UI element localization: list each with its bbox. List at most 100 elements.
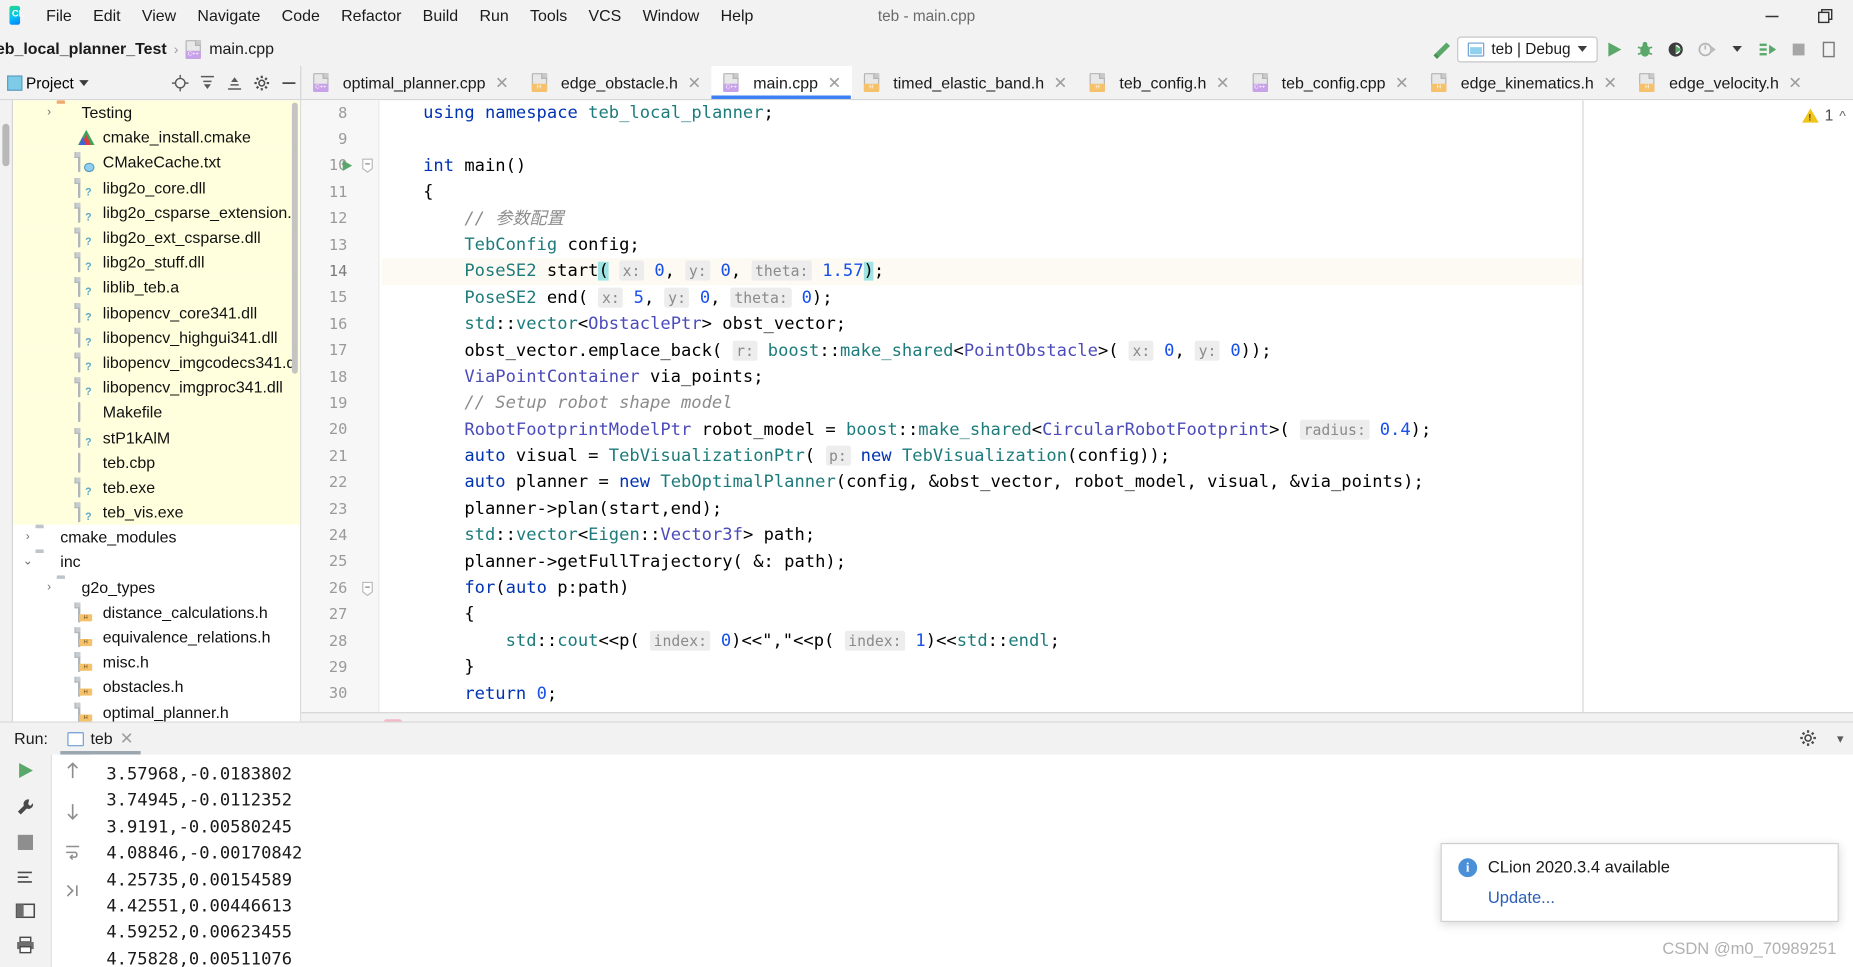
tree-item[interactable]: › Testing xyxy=(12,100,301,126)
tree-item[interactable]: › g2o_types xyxy=(13,575,300,600)
close-icon[interactable]: ✕ xyxy=(687,73,701,93)
code-line[interactable]: RobotFootprintModelPtr robot_model = boo… xyxy=(382,417,1583,443)
expand-all-icon[interactable] xyxy=(195,71,219,95)
close-icon[interactable]: ✕ xyxy=(495,73,509,93)
minimize-icon[interactable] xyxy=(1744,0,1798,32)
rerun-icon[interactable] xyxy=(15,760,35,786)
menu-item-vcs[interactable]: VCS xyxy=(578,3,632,28)
menu-item-navigate[interactable]: Navigate xyxy=(187,3,271,28)
tree-item[interactable]: ? libopencv_imgcodecs341.d xyxy=(12,350,301,375)
tree-item[interactable]: Hmisc.h xyxy=(13,650,300,675)
code-line[interactable]: PoseSE2 start( x: 0, y: 0, theta: 1.57); xyxy=(381,258,1583,286)
menu-item-build[interactable]: Build xyxy=(412,3,469,28)
tree-item[interactable]: cmake_install.cmake xyxy=(12,125,301,151)
tab-optimal-planner-cpp[interactable]: C++ optimal_planner.cpp ✕ xyxy=(301,66,519,99)
tab-edge-obstacle-h[interactable]: Hedge_obstacle.h ✕ xyxy=(519,66,711,99)
code-line[interactable]: PoseSE2 end( x: 5, y: 0, theta: 0); xyxy=(382,285,1583,311)
build-hammer-icon[interactable] xyxy=(1429,36,1455,62)
code-line[interactable]: return 0; xyxy=(382,681,1583,707)
tree-item[interactable]: ? liblib_teb.a xyxy=(12,275,301,301)
fold-icon[interactable] xyxy=(359,153,376,179)
code-line[interactable]: auto visual = TebVisualizationPtr( p: ne… xyxy=(382,443,1583,469)
tab-edge-kinematics-h[interactable]: Hedge_kinematics.h ✕ xyxy=(1419,66,1627,99)
tree-item[interactable]: Hequivalence_relations.h xyxy=(13,625,300,650)
menu-item-window[interactable]: Window xyxy=(632,3,710,28)
scroll-up-icon[interactable] xyxy=(63,760,81,786)
editor-code-area[interactable]: using namespace teb_local_planner; int ma… xyxy=(379,100,1583,712)
close-icon[interactable]: ✕ xyxy=(1395,73,1409,93)
code-line[interactable]: planner->getFullTrajectory( &: path); xyxy=(382,549,1583,575)
hide-toolwindow-icon[interactable] xyxy=(277,71,301,95)
close-icon[interactable]: ✕ xyxy=(1216,73,1230,93)
inspection-widget[interactable]: 1 ^ xyxy=(1802,106,1846,124)
code-line[interactable]: std::vector<Eigen::Vector3f> path; xyxy=(382,523,1583,549)
chevron-down-icon[interactable]: ▾ xyxy=(1837,731,1844,746)
stop-button[interactable] xyxy=(1784,35,1812,63)
run-gutter-icon[interactable] xyxy=(338,153,355,179)
fold-icon[interactable] xyxy=(359,576,376,602)
tree-item[interactable]: Hobstacles.h xyxy=(13,675,300,700)
code-line[interactable]: TebConfig config; xyxy=(382,232,1583,258)
tree-item[interactable]: teb.cbp xyxy=(12,449,301,475)
tree-scrollbar[interactable] xyxy=(291,100,299,741)
tree-item[interactable]: ? stP1kAlM xyxy=(12,424,301,450)
code-line[interactable]: } xyxy=(382,655,1583,681)
soft-wrap-icon[interactable] xyxy=(63,843,81,867)
tab-main-cpp[interactable]: C++ main.cpp ✕ xyxy=(711,66,852,100)
code-line[interactable]: // Setup robot shape model xyxy=(382,391,1583,417)
code-line[interactable]: auto planner = new TebOptimalPlanner(con… xyxy=(382,470,1583,496)
menu-item-code[interactable]: Code xyxy=(271,3,330,28)
notification-update-link[interactable]: Update... xyxy=(1488,888,1821,907)
tree-item[interactable]: ? libopencv_imgproc341.dll xyxy=(12,374,301,400)
tree-item[interactable]: ? libopencv_core341.dll xyxy=(12,300,301,326)
settings-gear-icon[interactable] xyxy=(1799,729,1818,754)
code-line[interactable] xyxy=(382,127,1583,153)
print-icon[interactable] xyxy=(15,936,35,960)
tree-item[interactable]: Hdistance_calculations.h xyxy=(13,600,300,625)
menu-item-tools[interactable]: Tools xyxy=(519,3,578,28)
stop-icon[interactable] xyxy=(17,834,35,858)
menu-item-view[interactable]: View xyxy=(131,3,187,28)
menu-item-help[interactable]: Help xyxy=(710,3,764,28)
profile-button[interactable] xyxy=(1692,35,1720,63)
chevron-up-icon[interactable]: ^ xyxy=(1839,107,1846,124)
code-line[interactable]: for(auto p:path) xyxy=(382,575,1583,601)
chevron-right-icon[interactable]: › xyxy=(41,106,56,119)
chevron-down-icon[interactable] xyxy=(79,79,90,86)
locate-icon[interactable] xyxy=(168,71,192,95)
tree-item[interactable]: ? teb_vis.exe xyxy=(12,499,301,525)
tool-strip-handle[interactable] xyxy=(2,123,10,167)
run-tab-teb[interactable]: teb ✕ xyxy=(59,723,141,755)
code-line[interactable]: ViaPointContainer via_points; xyxy=(382,364,1583,390)
code-line[interactable]: // 参数配置 xyxy=(382,206,1583,232)
run-with-coverage-button[interactable] xyxy=(1662,35,1690,63)
chevron-down-icon[interactable]: ⌄ xyxy=(20,556,35,569)
breadcrumb-file[interactable]: main.cpp xyxy=(209,40,274,58)
tab-teb-config-cpp[interactable]: C++ teb_config.cpp ✕ xyxy=(1240,66,1419,99)
tree-item[interactable]: ? libg2o_core.dll xyxy=(12,175,301,201)
close-icon[interactable]: ✕ xyxy=(827,73,841,93)
wrench-icon[interactable] xyxy=(15,797,35,823)
debug-button[interactable] xyxy=(1631,35,1659,63)
editor-gutter[interactable]: 8 9 10 11 12 13 14 15 16 17 18 19 20 21 22 23 24 25 26 27 28… xyxy=(301,100,380,713)
close-icon[interactable]: ✕ xyxy=(1788,73,1802,93)
code-line[interactable]: std::cout<<p( index: 0)<<","<<p( index: … xyxy=(382,628,1583,654)
tab-timed-elastic-band-h[interactable]: Htimed_elastic_band.h ✕ xyxy=(852,66,1078,99)
menu-item-refactor[interactable]: Refactor xyxy=(330,3,412,28)
more-toolbar-icon[interactable] xyxy=(1815,35,1843,63)
breadcrumb-project[interactable]: teb_local_planner_Test xyxy=(0,40,167,58)
tree-item[interactable]: ⌄ inc xyxy=(13,550,300,575)
tree-item[interactable]: › cmake_modules xyxy=(13,525,300,550)
chevron-right-icon[interactable]: › xyxy=(20,531,35,544)
trace-icon[interactable] xyxy=(15,868,35,892)
code-line[interactable]: using namespace teb_local_planner; xyxy=(382,100,1583,126)
scroll-down-icon[interactable] xyxy=(63,802,81,828)
close-icon[interactable]: ✕ xyxy=(1603,73,1617,93)
profile-dropdown-icon[interactable] xyxy=(1723,35,1751,63)
close-icon[interactable]: ✕ xyxy=(1054,73,1068,93)
chevron-right-icon[interactable]: › xyxy=(41,581,56,594)
code-line[interactable]: planner->plan(start,end); xyxy=(382,496,1583,522)
layout-icon[interactable] xyxy=(15,902,36,926)
code-line[interactable]: obst_vector.emplace_back( r: boost::make… xyxy=(382,338,1583,364)
tree-item[interactable]: ? libg2o_ext_csparse.dll xyxy=(12,225,301,251)
